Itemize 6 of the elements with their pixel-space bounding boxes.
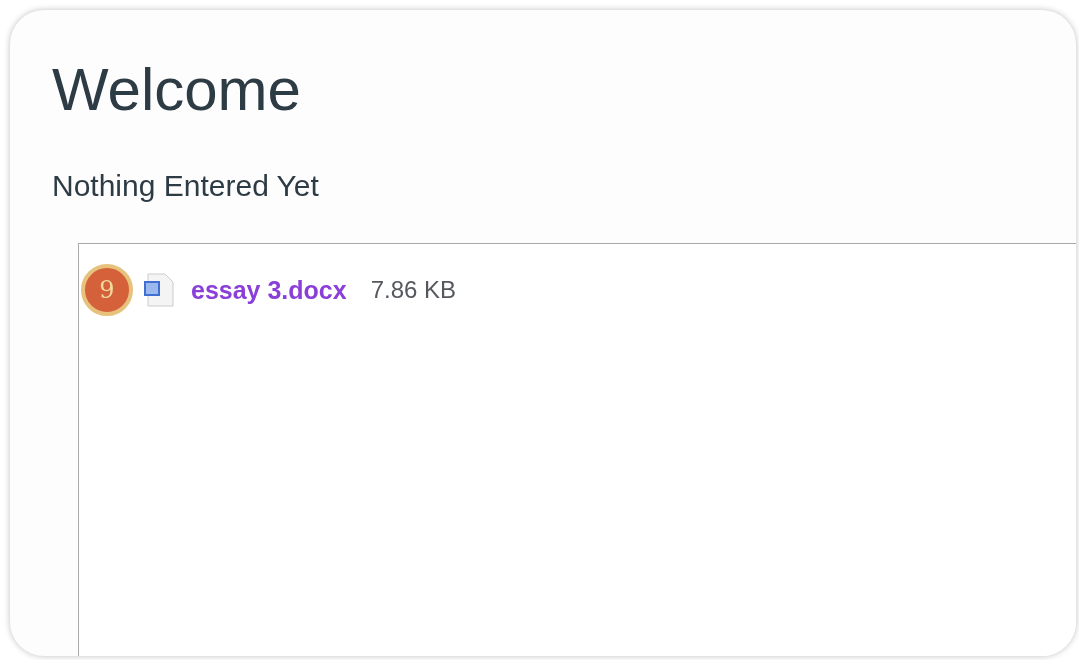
page-subtitle: Nothing Entered Yet (52, 168, 320, 204)
page-title: Welcome (52, 58, 302, 122)
file-size: 7.86 KB (370, 276, 457, 304)
file-link[interactable]: essay 3.docx (191, 275, 347, 305)
document-icon (143, 272, 177, 308)
number-badge: 9 (81, 264, 133, 316)
